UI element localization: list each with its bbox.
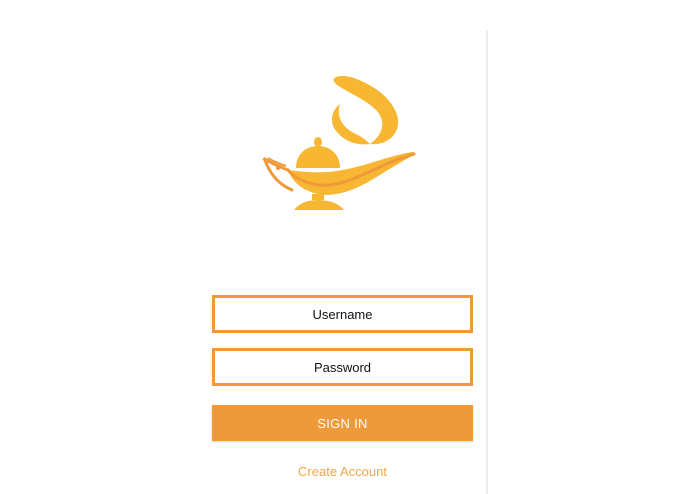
login-screen: SIGN IN Create Account — [0, 0, 695, 494]
sign-in-button[interactable]: SIGN IN — [212, 405, 473, 441]
password-input[interactable] — [212, 348, 473, 386]
username-input[interactable] — [212, 295, 473, 333]
panel-divider — [486, 30, 488, 494]
magic-lamp-icon — [258, 70, 428, 215]
create-account-link[interactable]: Create Account — [212, 464, 473, 479]
